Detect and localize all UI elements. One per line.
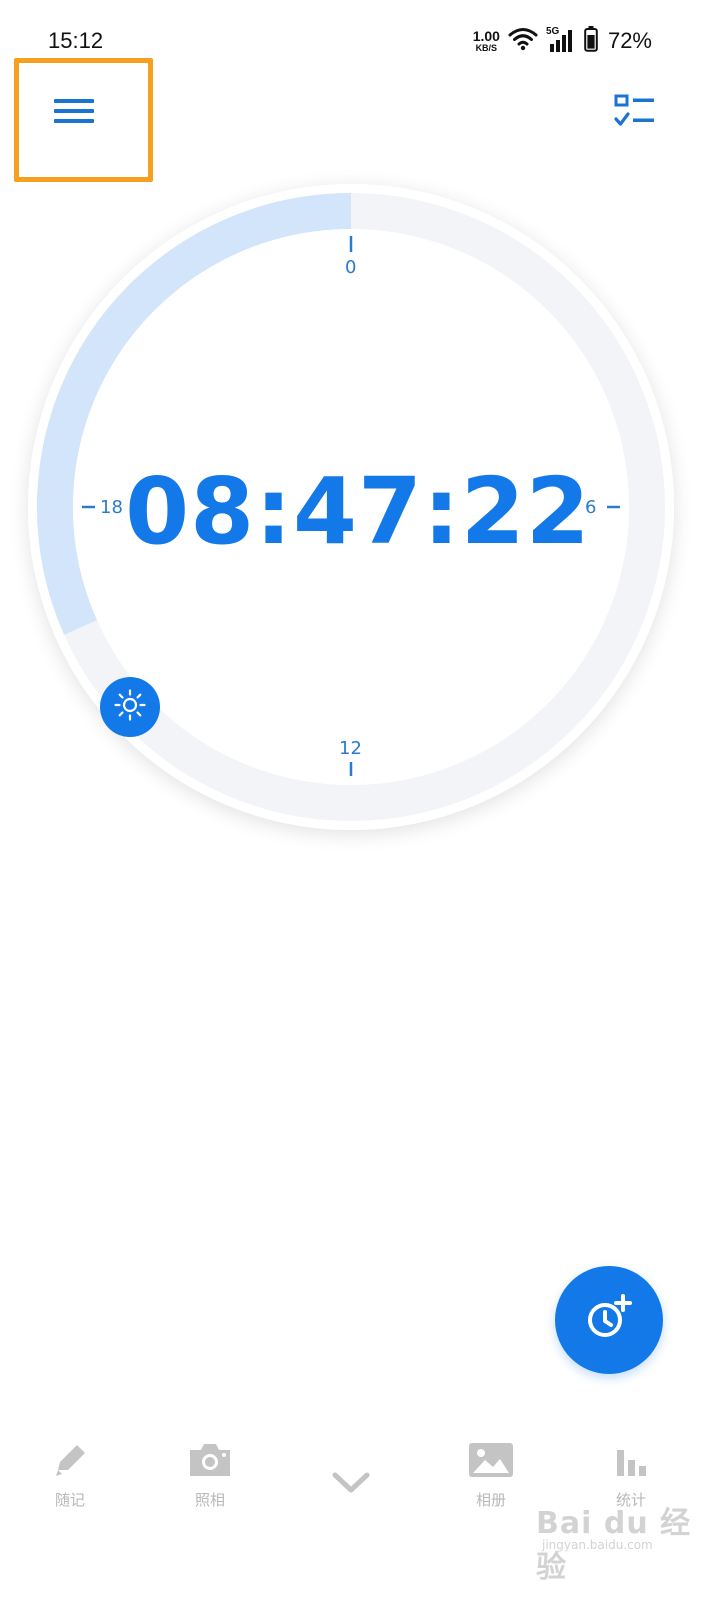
add-timer-button[interactable] xyxy=(555,1266,663,1374)
net-speed-value: 1.00 xyxy=(472,28,500,44)
wifi-icon xyxy=(508,27,538,56)
battery-percent: 72% xyxy=(607,28,652,53)
bar-chart-icon xyxy=(611,1440,651,1485)
status-time: 15:12 xyxy=(48,28,104,53)
checklist-icon xyxy=(614,93,656,134)
pencil-icon xyxy=(50,1440,90,1485)
menu-button[interactable] xyxy=(40,86,108,140)
nav-item-camera[interactable]: 照相 xyxy=(160,1440,260,1510)
chevron-down-icon xyxy=(331,1470,371,1501)
hour-label-12: 12 xyxy=(339,738,362,759)
signal-icon: 5G xyxy=(546,26,576,54)
checklist-button[interactable] xyxy=(602,88,668,138)
image-icon xyxy=(467,1440,515,1485)
sun-icon xyxy=(113,688,147,727)
nav-item-collapse[interactable] xyxy=(301,1470,401,1501)
dial-knob[interactable] xyxy=(100,677,160,737)
nav-label-album: 相册 xyxy=(475,1491,506,1509)
camera-icon xyxy=(186,1440,234,1485)
battery-icon xyxy=(584,25,598,57)
status-icons: 1.00 KB/S 5G 72% xyxy=(473,24,652,58)
nav-item-album[interactable]: 相册 xyxy=(441,1440,541,1510)
hamburger-menu-icon xyxy=(54,97,94,130)
nav-item-notes[interactable]: 随记 xyxy=(20,1440,120,1510)
nav-label-camera: 照相 xyxy=(194,1491,225,1509)
elapsed-time: 08:47:22 xyxy=(125,458,591,565)
nav-label-notes: 随记 xyxy=(54,1491,85,1509)
net-speed: 1.00 KB/S xyxy=(473,29,500,53)
watermark-url: jingyan.baidu.com xyxy=(542,1538,653,1552)
clock-plus-icon xyxy=(581,1290,637,1351)
net-speed-unit: KB/S xyxy=(475,43,498,53)
hour-label-0: 0 xyxy=(345,257,357,278)
baidu-watermark: Bai du 经验 jingyan.baidu.com xyxy=(536,1498,706,1585)
